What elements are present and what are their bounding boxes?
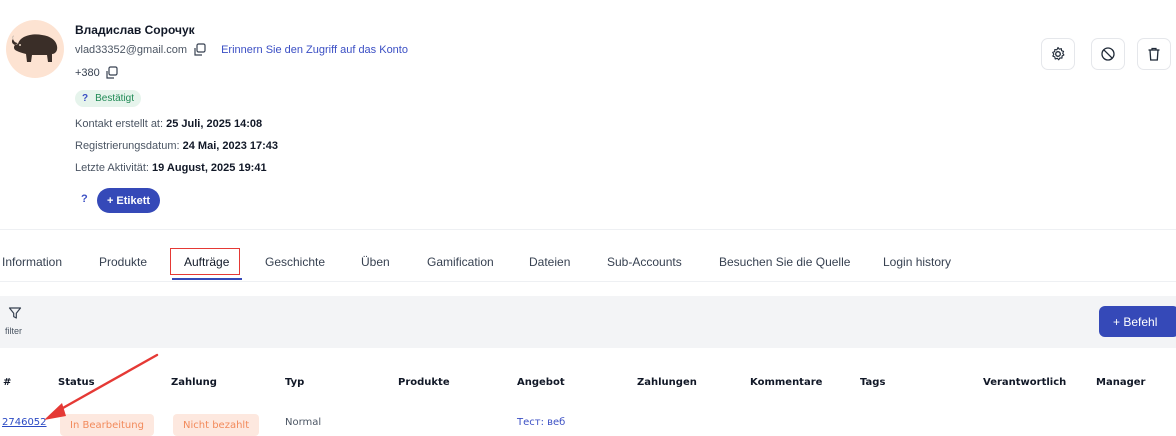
verified-label: Bestätigt (95, 93, 135, 104)
created-row: Kontakt erstellt at: 25 Juli, 2025 14:08 (75, 118, 262, 130)
tab-information[interactable]: Information (2, 247, 62, 277)
copy-email-icon[interactable] (193, 43, 207, 57)
verified-help-icon[interactable]: ? (82, 93, 88, 104)
activity-label: Letzte Aktivität: (75, 162, 149, 174)
col-header-id: # (3, 377, 12, 388)
trash-icon (1148, 47, 1160, 61)
order-id-link[interactable]: 2746052 (2, 417, 47, 428)
filter-bar (0, 296, 1176, 348)
phone-row: +380 (75, 66, 119, 80)
created-value: 25 Juli, 2025 14:08 (166, 118, 263, 130)
tab-gamification[interactable]: Gamification (427, 247, 494, 277)
col-header-comments: Kommentare (750, 377, 823, 388)
tab-ueben[interactable]: Üben (361, 247, 390, 277)
add-tag-button[interactable]: + Etikett (97, 188, 160, 213)
col-header-tags: Tags (860, 377, 886, 388)
bison-avatar-image (11, 34, 58, 62)
col-header-status: Status (58, 377, 95, 388)
activity-row: Letzte Aktivität: 19 August, 2025 19:41 (75, 162, 267, 174)
filter-icon[interactable] (8, 306, 22, 325)
tab-dateien[interactable]: Dateien (529, 247, 570, 277)
active-tab-indicator (172, 278, 242, 280)
email-row: vlad33352@gmail.com Erinnern Sie den Zug… (75, 43, 408, 57)
col-header-products: Produkte (398, 377, 450, 388)
col-header-offer: Angebot (517, 377, 565, 388)
remind-access-link[interactable]: Erinnern Sie den Zugriff auf das Konto (221, 44, 408, 56)
block-button[interactable] (1091, 38, 1125, 70)
gear-icon (1052, 46, 1065, 61)
tag-help-icon[interactable]: ? (81, 193, 88, 205)
ban-icon (1101, 47, 1115, 61)
phone-value: +380 (75, 67, 100, 79)
registered-value: 24 Mai, 2023 17:43 (182, 140, 279, 152)
col-header-manager: Manager (1096, 377, 1146, 388)
tabs-divider (0, 281, 1176, 282)
tab-produkte[interactable]: Produkte (99, 247, 147, 277)
tab-besuchen-quelle[interactable]: Besuchen Sie die Quelle (719, 247, 850, 277)
tab-geschichte[interactable]: Geschichte (265, 247, 325, 277)
verified-badge: ? Bestätigt (75, 90, 142, 107)
contact-name: Владислав Сорочук (75, 23, 195, 37)
registered-label: Registrierungsdatum: (75, 140, 180, 152)
registered-row: Registrierungsdatum: 24 Mai, 2023 17:43 (75, 140, 278, 152)
add-order-button[interactable]: + Befehl (1099, 306, 1176, 337)
header-divider (0, 229, 1176, 230)
settings-button[interactable] (1041, 38, 1075, 70)
activity-value: 19 August, 2025 19:41 (152, 162, 267, 174)
col-header-payment: Zahlung (171, 377, 217, 388)
annotation-arrow (44, 353, 159, 420)
email-value: vlad33352@gmail.com (75, 44, 188, 56)
active-tab-highlight-box (170, 248, 240, 275)
tab-sub-accounts[interactable]: Sub-Accounts (607, 247, 682, 277)
order-type: Normal (285, 417, 322, 428)
order-offer-link[interactable]: Тест: веб (517, 417, 565, 428)
delete-button[interactable] (1137, 38, 1171, 70)
status-badge: In Bearbeitung (60, 414, 154, 436)
copy-phone-icon[interactable] (105, 66, 119, 80)
col-header-responsible: Verantwortlich (983, 377, 1067, 388)
col-header-type: Typ (285, 377, 305, 388)
filter-label[interactable]: filter (5, 326, 22, 336)
payment-badge: Nicht bezahlt (173, 414, 260, 436)
col-header-payments: Zahlungen (637, 377, 697, 388)
tab-login-history[interactable]: Login history (883, 247, 951, 277)
avatar (6, 20, 64, 78)
created-label: Kontakt erstellt at: (75, 118, 164, 130)
